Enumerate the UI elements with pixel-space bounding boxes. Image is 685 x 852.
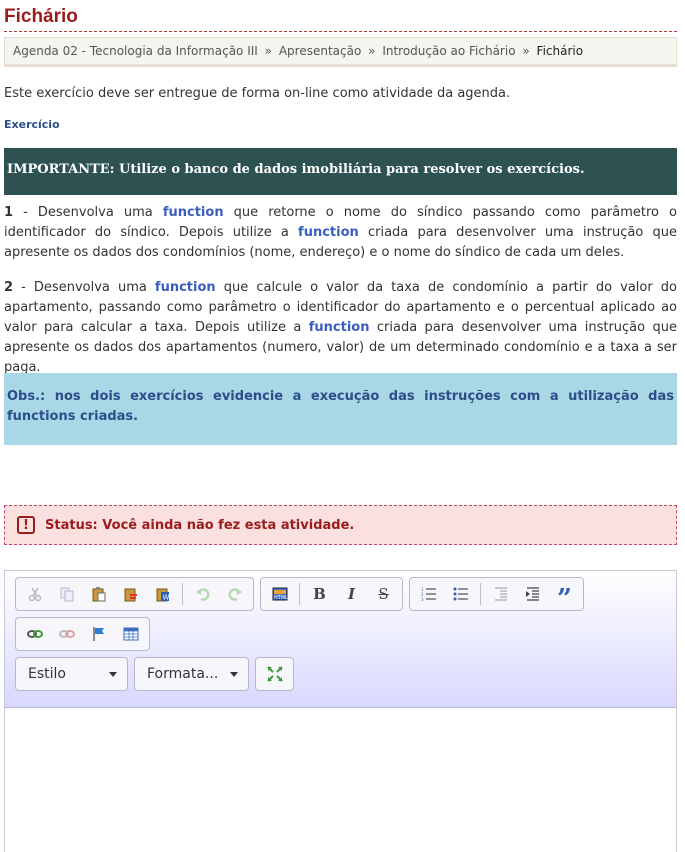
paste-icon[interactable] [83, 580, 114, 608]
format-group: HTML B I S [260, 577, 403, 611]
status-box: ! Status: Você ainda não fez esta ativid… [4, 505, 677, 545]
redo-icon[interactable] [219, 580, 250, 608]
svg-text:HTML: HTML [274, 595, 288, 601]
warning-icon: ! [17, 516, 35, 534]
table-icon[interactable] [115, 620, 146, 648]
strikethrough-button[interactable]: S [368, 580, 399, 608]
exercise-number: 2 [4, 280, 14, 295]
breadcrumb-separator: » [264, 44, 272, 58]
editor-content-area[interactable] [5, 708, 676, 852]
page-title-bar: Fichário [4, 5, 677, 32]
function-keyword: function [308, 320, 370, 335]
status-text: Status: Você ainda não fez esta atividad… [45, 517, 355, 533]
function-keyword: function [154, 280, 216, 295]
style-select[interactable]: Estilo [15, 657, 128, 691]
breadcrumb-item-introducao[interactable]: Introdução ao Fichário [382, 44, 515, 58]
clipboard-group: W [15, 577, 254, 611]
svg-text:3: 3 [421, 597, 424, 602]
copy-icon[interactable] [51, 580, 82, 608]
breadcrumb-separator: » [368, 44, 376, 58]
paste-text-icon[interactable] [115, 580, 146, 608]
undo-icon[interactable] [187, 580, 218, 608]
function-keyword: function [162, 205, 224, 220]
link-icon[interactable] [19, 620, 50, 648]
toolbar-separator [182, 583, 183, 605]
breadcrumb-separator: » [522, 44, 530, 58]
italic-button[interactable]: I [336, 580, 367, 608]
editor-toolbar: W HTML B I S 123 ” Estilo Formata... [5, 571, 676, 708]
format-select[interactable]: Formata... [134, 657, 249, 691]
cut-icon[interactable] [19, 580, 50, 608]
text-segment: - Desenvolva uma [13, 205, 163, 220]
bold-button[interactable]: B [304, 580, 335, 608]
paste-word-icon[interactable]: W [147, 580, 178, 608]
toolbar-separator [299, 583, 300, 605]
breadcrumb-item-apresentacao[interactable]: Apresentação [279, 44, 361, 58]
html-source-icon[interactable]: HTML [264, 580, 295, 608]
paragraph-group: 123 ” [409, 577, 584, 614]
exercise-link[interactable]: Exercício [4, 118, 60, 131]
text-segment: - Desenvolva uma [13, 280, 155, 295]
breadcrumb-item-agenda[interactable]: Agenda 02 - Tecnologia da Informação III [13, 44, 258, 58]
bullet-list-icon[interactable] [445, 580, 476, 608]
exercise-2-text: 2 - Desenvolva uma function que calcule … [4, 278, 677, 378]
maximize-group [255, 657, 294, 691]
rich-text-editor: W HTML B I S 123 ” Estilo Formata... [4, 570, 677, 852]
svg-text:W: W [162, 594, 169, 602]
breadcrumb-current: Fichário [536, 44, 584, 58]
toolbar-separator [480, 583, 481, 605]
important-banner: IMPORTANTE: Utilize o banco de dados imo… [4, 148, 677, 195]
indent-icon[interactable] [517, 580, 548, 608]
outdent-icon[interactable] [485, 580, 516, 608]
exercise-number: 1 [4, 205, 14, 220]
chevron-down-icon [230, 671, 238, 677]
breadcrumb: Agenda 02 - Tecnologia da Informação III… [4, 37, 677, 67]
format-select-label: Formata... [147, 666, 219, 682]
anchor-flag-icon[interactable] [83, 620, 114, 648]
exercise-1-text: 1 - Desenvolva uma function que retorne … [4, 203, 677, 263]
blockquote-icon[interactable]: ” [549, 580, 580, 614]
intro-text: Este exercício deve ser entregue de form… [4, 86, 511, 101]
style-select-label: Estilo [28, 666, 66, 682]
chevron-down-icon [109, 671, 117, 677]
link-group [15, 617, 150, 651]
function-keyword: function [298, 225, 359, 240]
numbered-list-icon[interactable]: 123 [413, 580, 444, 608]
unlink-icon[interactable] [51, 620, 82, 648]
maximize-icon[interactable] [259, 660, 290, 688]
observation-box: Obs.: nos dois exercícios evidencie a ex… [4, 373, 677, 445]
page-title: Fichário [4, 6, 78, 27]
